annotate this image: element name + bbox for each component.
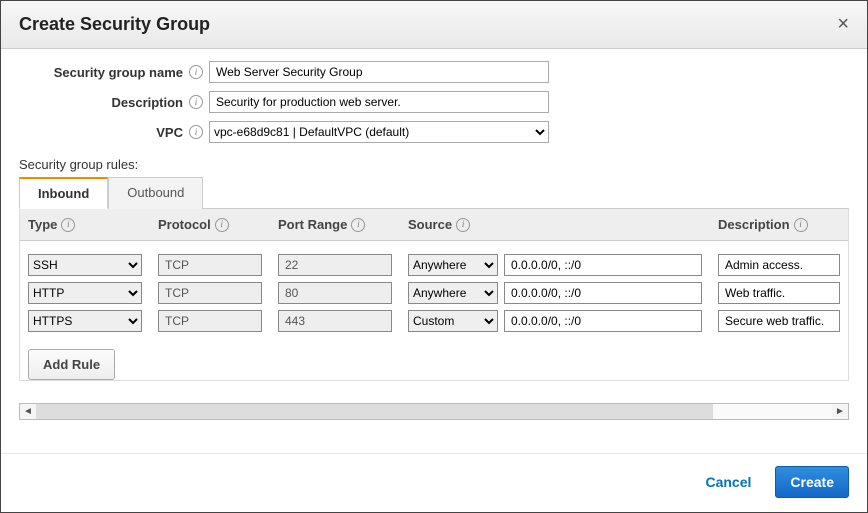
rule-row: SSH Anywhere <box>20 251 848 279</box>
rule-type-select[interactable]: HTTPS <box>28 310 142 332</box>
description-label-wrap: Description i <box>19 95 209 110</box>
header-source-label: Source <box>408 217 452 232</box>
rule-row: HTTP Anywhere <box>20 279 848 307</box>
rule-type-select[interactable]: HTTP <box>28 282 142 304</box>
rule-port-input <box>278 310 392 332</box>
info-icon[interactable]: i <box>215 218 229 232</box>
info-icon[interactable]: i <box>189 65 203 79</box>
rule-source-mode-select[interactable]: Custom <box>408 310 498 332</box>
scroll-right-arrow-icon[interactable]: ► <box>832 406 848 417</box>
form-row-name: Security group name i <box>19 61 849 83</box>
rules-table: Type i Protocol i Port Range i Source i … <box>19 209 849 381</box>
scroll-left-arrow-icon[interactable]: ◄ <box>20 406 36 417</box>
info-icon[interactable]: i <box>189 95 203 109</box>
header-port: Port Range i <box>270 209 400 240</box>
scroll-thumb[interactable] <box>36 404 713 419</box>
dialog-title: Create Security Group <box>19 14 210 35</box>
name-label: Security group name <box>54 65 183 80</box>
header-protocol-label: Protocol <box>158 217 211 232</box>
description-label: Description <box>111 95 183 110</box>
dialog-footer: Cancel Create <box>1 453 867 512</box>
info-icon[interactable]: i <box>794 218 808 232</box>
rule-description-input[interactable] <box>718 310 840 332</box>
rule-source-cidr-input[interactable] <box>504 310 702 332</box>
header-type-label: Type <box>28 217 57 232</box>
info-icon[interactable]: i <box>351 218 365 232</box>
header-port-label: Port Range <box>278 217 347 232</box>
description-input[interactable] <box>209 91 549 113</box>
dialog-header: Create Security Group × <box>1 1 867 49</box>
rule-protocol-input <box>158 254 262 276</box>
vpc-select[interactable]: vpc-e68d9c81 | DefaultVPC (default) <box>209 121 549 143</box>
close-icon[interactable]: × <box>837 13 849 36</box>
tab-outbound[interactable]: Outbound <box>108 177 203 209</box>
form-row-vpc: VPC i vpc-e68d9c81 | DefaultVPC (default… <box>19 121 849 143</box>
header-source: Source i <box>400 209 710 240</box>
rule-description-input[interactable] <box>718 282 840 304</box>
info-icon[interactable]: i <box>456 218 470 232</box>
vpc-label: VPC <box>156 125 183 140</box>
tabs: Inbound Outbound <box>19 176 849 209</box>
info-icon[interactable]: i <box>61 218 75 232</box>
form-row-description: Description i <box>19 91 849 113</box>
create-button[interactable]: Create <box>775 466 849 498</box>
rule-source-cidr-input[interactable] <box>504 282 702 304</box>
rule-row: HTTPS Custom <box>20 307 848 335</box>
vpc-label-wrap: VPC i <box>19 125 209 140</box>
rule-source-mode-select[interactable]: Anywhere <box>408 282 498 304</box>
header-type: Type i <box>20 209 150 240</box>
horizontal-scrollbar[interactable]: ◄ ► <box>19 403 849 420</box>
rule-port-input <box>278 282 392 304</box>
scroll-track[interactable] <box>36 404 832 419</box>
rules-label: Security group rules: <box>19 157 849 172</box>
rules-body: SSH Anywhere HTTP <box>20 241 848 380</box>
add-rule-button[interactable]: Add Rule <box>28 349 115 380</box>
header-description: Description i <box>710 209 848 240</box>
tab-inbound[interactable]: Inbound <box>19 177 108 209</box>
rules-header: Type i Protocol i Port Range i Source i … <box>20 209 848 241</box>
create-security-group-dialog: Create Security Group × Security group n… <box>0 0 868 513</box>
rule-port-input <box>278 254 392 276</box>
info-icon[interactable]: i <box>189 125 203 139</box>
rule-source-cidr-input[interactable] <box>504 254 702 276</box>
rule-source-mode-select[interactable]: Anywhere <box>408 254 498 276</box>
header-description-label: Description <box>718 217 790 232</box>
security-group-name-input[interactable] <box>209 61 549 83</box>
header-protocol: Protocol i <box>150 209 270 240</box>
rule-type-select[interactable]: SSH <box>28 254 142 276</box>
name-label-wrap: Security group name i <box>19 65 209 80</box>
rule-protocol-input <box>158 310 262 332</box>
rule-description-input[interactable] <box>718 254 840 276</box>
rule-protocol-input <box>158 282 262 304</box>
cancel-button[interactable]: Cancel <box>699 473 757 491</box>
dialog-body: Security group name i Description i VPC … <box>1 49 867 453</box>
